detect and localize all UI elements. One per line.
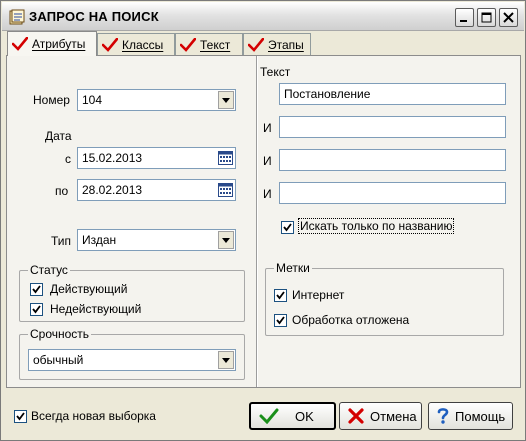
- help-question-icon: [433, 406, 453, 426]
- type-combo[interactable]: Издан: [77, 229, 236, 251]
- maximize-button[interactable]: [477, 8, 496, 27]
- number-value: 104: [82, 93, 103, 107]
- help-button-label: Помощь: [455, 408, 506, 424]
- date-from-value: 15.02.2013: [82, 151, 143, 165]
- tab-stages[interactable]: Этапы: [243, 33, 311, 55]
- dialog-footer: Всегда новая выборка OK Отмена Помощь: [6, 392, 521, 437]
- text-field-4[interactable]: [279, 182, 506, 204]
- number-combo[interactable]: 104: [77, 89, 236, 111]
- always-new-checkbox[interactable]: [14, 410, 27, 423]
- check-mark-icon: [12, 37, 28, 51]
- title-only-checkbox[interactable]: [281, 221, 294, 234]
- date-to-calendar-button[interactable]: [216, 181, 234, 199]
- urgency-group-title: Срочность: [28, 327, 92, 341]
- check-mark-icon: [248, 37, 264, 52]
- text-field-2[interactable]: [279, 116, 506, 138]
- marks-group-title: Метки: [274, 261, 312, 275]
- checkmark-icon: [276, 316, 285, 325]
- marks-postponed-checkbox[interactable]: [274, 314, 287, 327]
- app-icon: [9, 9, 25, 25]
- date-from-label: с: [65, 152, 71, 166]
- tab-classes[interactable]: Классы: [97, 33, 175, 55]
- close-button[interactable]: [499, 8, 518, 27]
- status-group-title: Статус: [28, 263, 70, 277]
- attributes-tab-page: Номер 104 Дата с 15.02.2013 по 28.02.201…: [6, 55, 521, 388]
- status-inactive-checkbox[interactable]: [30, 303, 43, 316]
- search-request-dialog: ЗАПРОС НА ПОИСК Атрибуты Классы Текст Эт…: [0, 0, 526, 441]
- text-field-1[interactable]: Постановление: [279, 83, 506, 105]
- ok-button[interactable]: OK: [249, 402, 336, 430]
- status-active-label: Действующий: [50, 282, 128, 296]
- type-value: Издан: [82, 233, 117, 247]
- calendar-icon: [217, 183, 233, 197]
- chevron-down-icon: [222, 97, 230, 103]
- number-label: Номер: [33, 93, 70, 107]
- marks-group: Метки Интернет Обработка отложена: [265, 261, 504, 336]
- tab-attributes[interactable]: Атрибуты: [7, 31, 97, 56]
- checkmark-icon: [32, 305, 41, 314]
- status-inactive-label: Недействующий: [50, 302, 142, 316]
- text-field-3[interactable]: [279, 149, 506, 171]
- number-dropdown-button[interactable]: [218, 91, 234, 109]
- cancel-button[interactable]: Отмена: [339, 402, 422, 430]
- cancel-x-icon: [346, 406, 366, 426]
- tab-label: Классы: [122, 37, 164, 52]
- maximize-icon: [481, 12, 492, 23]
- checkmark-icon: [276, 291, 285, 300]
- date-to-label: по: [55, 184, 69, 198]
- tab-text[interactable]: Текст: [175, 33, 243, 55]
- ok-check-icon: [259, 406, 279, 426]
- urgency-combo[interactable]: обычный: [28, 349, 236, 371]
- urgency-group: Срочность обычный: [19, 327, 245, 380]
- and-label: И: [263, 154, 272, 168]
- check-mark-icon: [180, 37, 196, 52]
- window-title: ЗАПРОС НА ПОИСК: [29, 9, 159, 24]
- minimize-icon: [460, 20, 467, 22]
- type-dropdown-button[interactable]: [218, 231, 234, 249]
- check-mark-icon: [102, 37, 118, 52]
- date-label: Дата: [45, 129, 72, 143]
- column-divider: [256, 56, 258, 387]
- marks-postponed-label: Обработка отложена: [292, 313, 410, 327]
- title-bar[interactable]: ЗАПРОС НА ПОИСК: [2, 2, 524, 31]
- type-label: Тип: [51, 234, 72, 248]
- checkmark-icon: [16, 412, 25, 421]
- marks-internet-checkbox[interactable]: [274, 289, 287, 302]
- minimize-button[interactable]: [455, 8, 474, 27]
- urgency-dropdown-button[interactable]: [218, 351, 234, 369]
- ok-button-label: OK: [295, 408, 314, 424]
- chevron-down-icon: [222, 357, 230, 363]
- date-to-value: 28.02.2013: [82, 183, 143, 197]
- text-section-title: Текст: [260, 65, 291, 79]
- date-from-field[interactable]: 15.02.2013: [77, 147, 236, 169]
- and-label: И: [263, 121, 272, 135]
- close-icon: [503, 12, 514, 23]
- tab-label: Текст: [200, 37, 231, 52]
- cancel-button-label: Отмена: [370, 408, 417, 424]
- status-group: Статус Действующий Недействующий: [19, 263, 245, 322]
- tab-label: Этапы: [268, 37, 304, 52]
- and-label: И: [263, 187, 272, 201]
- marks-internet-label: Интернет: [292, 288, 345, 302]
- urgency-value: обычный: [33, 353, 84, 367]
- text-field-1-value: Постановление: [284, 87, 371, 101]
- title-only-label[interactable]: Искать только по названию: [297, 218, 455, 234]
- checkmark-icon: [283, 223, 292, 232]
- calendar-icon: [217, 151, 233, 165]
- date-to-field[interactable]: 28.02.2013: [77, 179, 236, 201]
- status-active-checkbox[interactable]: [30, 283, 43, 296]
- help-button[interactable]: Помощь: [428, 402, 513, 430]
- always-new-label: Всегда новая выборка: [31, 409, 156, 423]
- tab-label: Атрибуты: [32, 37, 86, 51]
- date-from-calendar-button[interactable]: [216, 149, 234, 167]
- chevron-down-icon: [222, 237, 230, 243]
- checkmark-icon: [32, 285, 41, 294]
